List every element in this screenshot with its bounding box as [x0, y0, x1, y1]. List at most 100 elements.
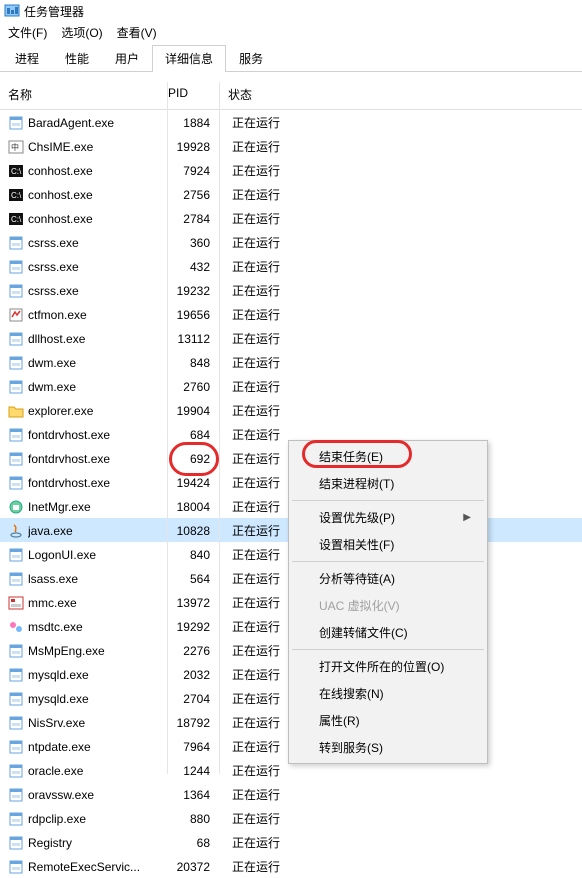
ctx-open-location[interactable]: 打开文件所在的位置(O) [291, 653, 485, 680]
process-name: conhost.exe [28, 188, 168, 202]
app-icon [8, 235, 24, 251]
process-pid: 7964 [168, 740, 216, 754]
process-pid: 19232 [168, 284, 216, 298]
process-status: 正在运行 [216, 858, 336, 875]
menu-view[interactable]: 查看(V) [117, 24, 157, 41]
app-icon [8, 115, 24, 131]
process-pid: 2760 [168, 380, 216, 394]
process-status: 正在运行 [216, 834, 336, 851]
process-pid: 2704 [168, 692, 216, 706]
process-pid: 18792 [168, 716, 216, 730]
ctx-dump[interactable]: 创建转储文件(C) [291, 619, 485, 646]
table-row[interactable]: rdpclip.exe880正在运行 [0, 806, 582, 830]
table-row[interactable]: BaradAgent.exe1884正在运行 [0, 110, 582, 134]
process-pid: 684 [168, 428, 216, 442]
tab-services[interactable]: 服务 [226, 45, 276, 71]
svg-text:中: 中 [11, 142, 19, 152]
app-icon [8, 571, 24, 587]
ctx-sep [292, 649, 484, 650]
process-status: 正在运行 [216, 786, 336, 803]
table-row[interactable]: C:\conhost.exe2756正在运行 [0, 182, 582, 206]
process-status: 正在运行 [216, 762, 336, 779]
process-status: 正在运行 [216, 258, 336, 275]
table-row[interactable]: explorer.exe19904正在运行 [0, 398, 582, 422]
process-pid: 2784 [168, 212, 216, 226]
process-status: 正在运行 [216, 114, 336, 131]
con-icon: C:\ [8, 211, 24, 227]
process-name: InetMgr.exe [28, 500, 168, 514]
ctx-priority[interactable]: 设置优先级(P) ▶ [291, 504, 485, 531]
process-name: BaradAgent.exe [28, 116, 168, 130]
table-row[interactable]: oravssw.exe1364正在运行 [0, 782, 582, 806]
process-pid: 1244 [168, 764, 216, 778]
process-name: NisSrv.exe [28, 716, 168, 730]
header-pid[interactable]: PID [168, 86, 216, 103]
process-name: RemoteExecServic... [28, 860, 168, 874]
ctx-properties[interactable]: 属性(R) [291, 707, 485, 734]
table-row[interactable]: csrss.exe360正在运行 [0, 230, 582, 254]
ctx-analyze[interactable]: 分析等待链(A) [291, 565, 485, 592]
table-row[interactable]: dwm.exe2760正在运行 [0, 374, 582, 398]
svg-text:C:\: C:\ [11, 215, 22, 224]
process-pid: 848 [168, 356, 216, 370]
menu-options[interactable]: 选项(O) [61, 24, 102, 41]
table-row[interactable]: C:\ conhost.exe2784正在运行 [0, 206, 582, 230]
table-row[interactable]: C:\conhost.exe7924正在运行 [0, 158, 582, 182]
app-icon [8, 835, 24, 851]
process-pid: 360 [168, 236, 216, 250]
process-status: 正在运行 [216, 210, 336, 227]
process-pid: 692 [168, 452, 216, 466]
process-name: csrss.exe [28, 236, 168, 250]
header-name[interactable]: 名称 [8, 86, 168, 103]
table-row[interactable]: ctfmon.exe19656正在运行 [0, 302, 582, 326]
process-pid: 13972 [168, 596, 216, 610]
tab-details[interactable]: 详细信息 [152, 45, 226, 71]
table-row[interactable]: dwm.exe848正在运行 [0, 350, 582, 374]
app-icon [8, 475, 24, 491]
process-name: csrss.exe [28, 284, 168, 298]
header-status[interactable]: 状态 [216, 86, 336, 103]
app-icon [8, 547, 24, 563]
table-row[interactable]: csrss.exe432正在运行 [0, 254, 582, 278]
process-pid: 20372 [168, 860, 216, 874]
app-icon [8, 691, 24, 707]
process-name: oravssw.exe [28, 788, 168, 802]
app-icon [8, 259, 24, 275]
tab-performance[interactable]: 性能 [52, 45, 102, 71]
ctx-sep [292, 500, 484, 501]
process-name: csrss.exe [28, 260, 168, 274]
process-pid: 68 [168, 836, 216, 850]
process-name: dllhost.exe [28, 332, 168, 346]
table-row[interactable]: Registry68正在运行 [0, 830, 582, 854]
process-pid: 1884 [168, 116, 216, 130]
tab-users[interactable]: 用户 [102, 45, 152, 71]
app-icon [8, 283, 24, 299]
table-row[interactable]: 中ChsIME.exe19928正在运行 [0, 134, 582, 158]
process-name: conhost.exe [28, 212, 168, 226]
process-status: 正在运行 [216, 402, 336, 419]
ctx-sep [292, 561, 484, 562]
process-name: msdtc.exe [28, 620, 168, 634]
ctx-affinity[interactable]: 设置相关性(F) [291, 531, 485, 558]
process-pid: 19656 [168, 308, 216, 322]
process-status: 正在运行 [216, 282, 336, 299]
app-icon [8, 763, 24, 779]
process-pid: 13112 [168, 332, 216, 346]
process-name: dwm.exe [28, 380, 168, 394]
app-icon [8, 859, 24, 875]
process-name: java.exe [28, 524, 168, 538]
ctx-search-online[interactable]: 在线搜索(N) [291, 680, 485, 707]
table-row[interactable]: RemoteExecServic...20372正在运行 [0, 854, 582, 878]
con-icon: C:\ [8, 163, 24, 179]
menu-file[interactable]: 文件(F) [8, 24, 47, 41]
tab-processes[interactable]: 进程 [2, 45, 52, 71]
table-row[interactable]: dllhost.exe13112正在运行 [0, 326, 582, 350]
chevron-right-icon: ▶ [463, 512, 471, 523]
table-row[interactable]: csrss.exe19232正在运行 [0, 278, 582, 302]
table-header: 名称 PID 状态 [0, 80, 582, 110]
app-icon [8, 787, 24, 803]
ctx-end-task[interactable]: 结束任务(E) [291, 443, 485, 470]
ctx-end-tree[interactable]: 结束进程树(T) [291, 470, 485, 497]
process-name: Registry [28, 836, 168, 850]
ctx-goto-service[interactable]: 转到服务(S) [291, 734, 485, 761]
